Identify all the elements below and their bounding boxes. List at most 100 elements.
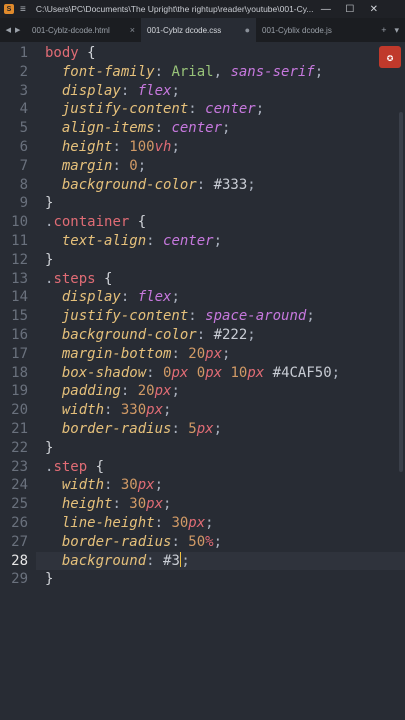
- code-line[interactable]: }: [45, 194, 53, 213]
- minimize-button[interactable]: —: [314, 4, 338, 15]
- code-token: center: [171, 120, 223, 137]
- line-number: 22: [11, 439, 28, 456]
- code-line[interactable]: display: flex;: [45, 288, 180, 307]
- code-token: step: [53, 458, 88, 475]
- tab-nav-arrows[interactable]: ◀ ▶: [0, 18, 26, 42]
- line-number: 10: [11, 214, 28, 231]
- chevron-right-icon[interactable]: ▶: [15, 26, 20, 34]
- code-token: ;: [213, 233, 223, 249]
- code-line[interactable]: }: [45, 251, 53, 270]
- code-line[interactable]: height: 100vh;: [45, 138, 180, 157]
- code-line[interactable]: margin-bottom: 20px;: [45, 345, 231, 364]
- line-number: 1: [19, 45, 28, 61]
- code-token: 100: [129, 139, 155, 155]
- code-token: width: [45, 402, 105, 419]
- code-token: center: [205, 101, 256, 118]
- code-line[interactable]: justify-content: center;: [45, 100, 264, 119]
- code-token: 30: [171, 515, 189, 531]
- code-token: :: [104, 402, 121, 419]
- code-token: 330: [120, 402, 147, 419]
- chevron-left-icon[interactable]: ◀: [6, 26, 11, 34]
- code-token: body: [45, 45, 79, 61]
- line-number: 14: [11, 289, 28, 306]
- code-line[interactable]: border-radius: 5px;: [45, 420, 222, 439]
- code-token: #4CAF50: [272, 364, 332, 381]
- tab-css-file[interactable]: 001-Cyblz dcode.css ●: [141, 18, 256, 42]
- code-line[interactable]: }: [45, 570, 53, 589]
- line-number: 20: [11, 402, 28, 419]
- line-number: 7: [19, 157, 28, 174]
- code-line[interactable]: font-family: Arial, sans-serif;: [45, 63, 323, 82]
- code-token: background-color: [45, 176, 197, 193]
- code-token: :: [146, 364, 164, 381]
- line-number: 27: [11, 533, 28, 550]
- code-token: :: [146, 233, 164, 249]
- code-token: 30: [120, 477, 138, 494]
- code-line[interactable]: background-color: #333;: [45, 176, 256, 195]
- line-number: 15: [11, 308, 28, 325]
- code-line[interactable]: width: 30px;: [45, 476, 163, 495]
- code-line[interactable]: text-align: center;: [45, 232, 222, 251]
- code-token: }: [45, 251, 54, 268]
- code-token: :: [112, 139, 130, 155]
- code-token: }: [45, 195, 54, 212]
- code-line[interactable]: box-shadow: 0px 0px 10px #4CAF50;: [45, 364, 340, 383]
- code-line[interactable]: .steps {: [45, 270, 112, 289]
- code-token: :: [120, 289, 138, 306]
- code-token: px: [137, 477, 155, 494]
- code-line[interactable]: line-height: 30px;: [45, 514, 214, 533]
- tab-js-file[interactable]: 001-Cyblix dcode.js: [256, 18, 371, 42]
- code-line[interactable]: display: flex;: [45, 82, 180, 101]
- code-line[interactable]: .container {: [45, 213, 146, 232]
- code-line[interactable]: border-radius: 50%;: [45, 533, 222, 552]
- line-number-gutter: 1 2 3 4 5 6 7 8 9 10 11 12 13 14 15 16 17 18 19 20 21 22 23 24 2…: [0, 42, 36, 720]
- code-token: :: [196, 327, 214, 343]
- code-line[interactable]: background-color: #222;: [45, 326, 256, 345]
- code-line[interactable]: .step {: [45, 458, 104, 477]
- code-token: sans-serif: [230, 63, 315, 80]
- code-line[interactable]: }: [45, 439, 53, 458]
- code-line[interactable]: padding: 20px;: [45, 382, 180, 401]
- code-token: 0: [196, 364, 206, 381]
- code-token: 20: [137, 383, 155, 400]
- code-editor[interactable]: 1 2 3 4 5 6 7 8 9 10 11 12 13 14 15 16 17 18 19 20 21 22 23 24 2…: [0, 42, 405, 720]
- tab-html-file[interactable]: 001-Cyblz-dcode.html ×: [26, 18, 141, 42]
- code-token: :: [188, 101, 206, 118]
- line-number: 23: [11, 458, 28, 475]
- hamburger-menu-icon[interactable]: ≡: [20, 4, 26, 15]
- code-token: vh: [154, 139, 172, 155]
- code-token: px: [205, 364, 231, 381]
- code-token: px: [146, 402, 164, 419]
- line-number: 16: [11, 327, 28, 343]
- tab-list-icon[interactable]: ▾: [394, 25, 399, 36]
- close-window-button[interactable]: ✕: [362, 4, 386, 15]
- code-line[interactable]: margin: 0;: [45, 157, 146, 176]
- tab-label: 001-Cyblz-dcode.html: [32, 25, 110, 35]
- scrollbar-thumb[interactable]: [399, 112, 403, 472]
- code-line[interactable]: body {: [45, 44, 96, 63]
- code-line[interactable]: background: #3;: [45, 551, 190, 571]
- code-line[interactable]: justify-content: space-around;: [45, 307, 315, 326]
- code-token: 20: [188, 345, 206, 362]
- line-number: 11: [11, 233, 28, 249]
- code-line[interactable]: height: 30px;: [45, 495, 172, 514]
- code-token: {: [129, 214, 147, 231]
- code-token: %: [205, 533, 214, 550]
- app-icon: S: [4, 4, 14, 14]
- code-token: ;: [171, 139, 180, 155]
- line-number: 9: [19, 195, 28, 212]
- code-token: center: [163, 233, 214, 249]
- unsaved-dot-icon[interactable]: ●: [245, 25, 250, 35]
- stamp-icon[interactable]: ✪: [379, 46, 401, 68]
- code-token: background-color: [45, 327, 197, 343]
- code-line[interactable]: width: 330px;: [45, 401, 172, 420]
- code-token: px: [188, 515, 206, 531]
- code-token: }: [45, 439, 54, 456]
- maximize-button[interactable]: ☐: [338, 4, 362, 15]
- code-line[interactable]: align-items: center;: [45, 119, 231, 138]
- code-token: ;: [247, 176, 256, 193]
- close-tab-icon[interactable]: ×: [130, 25, 135, 35]
- code-token: {: [95, 270, 113, 287]
- new-tab-icon[interactable]: +: [381, 25, 386, 35]
- code-token: ;: [222, 345, 231, 362]
